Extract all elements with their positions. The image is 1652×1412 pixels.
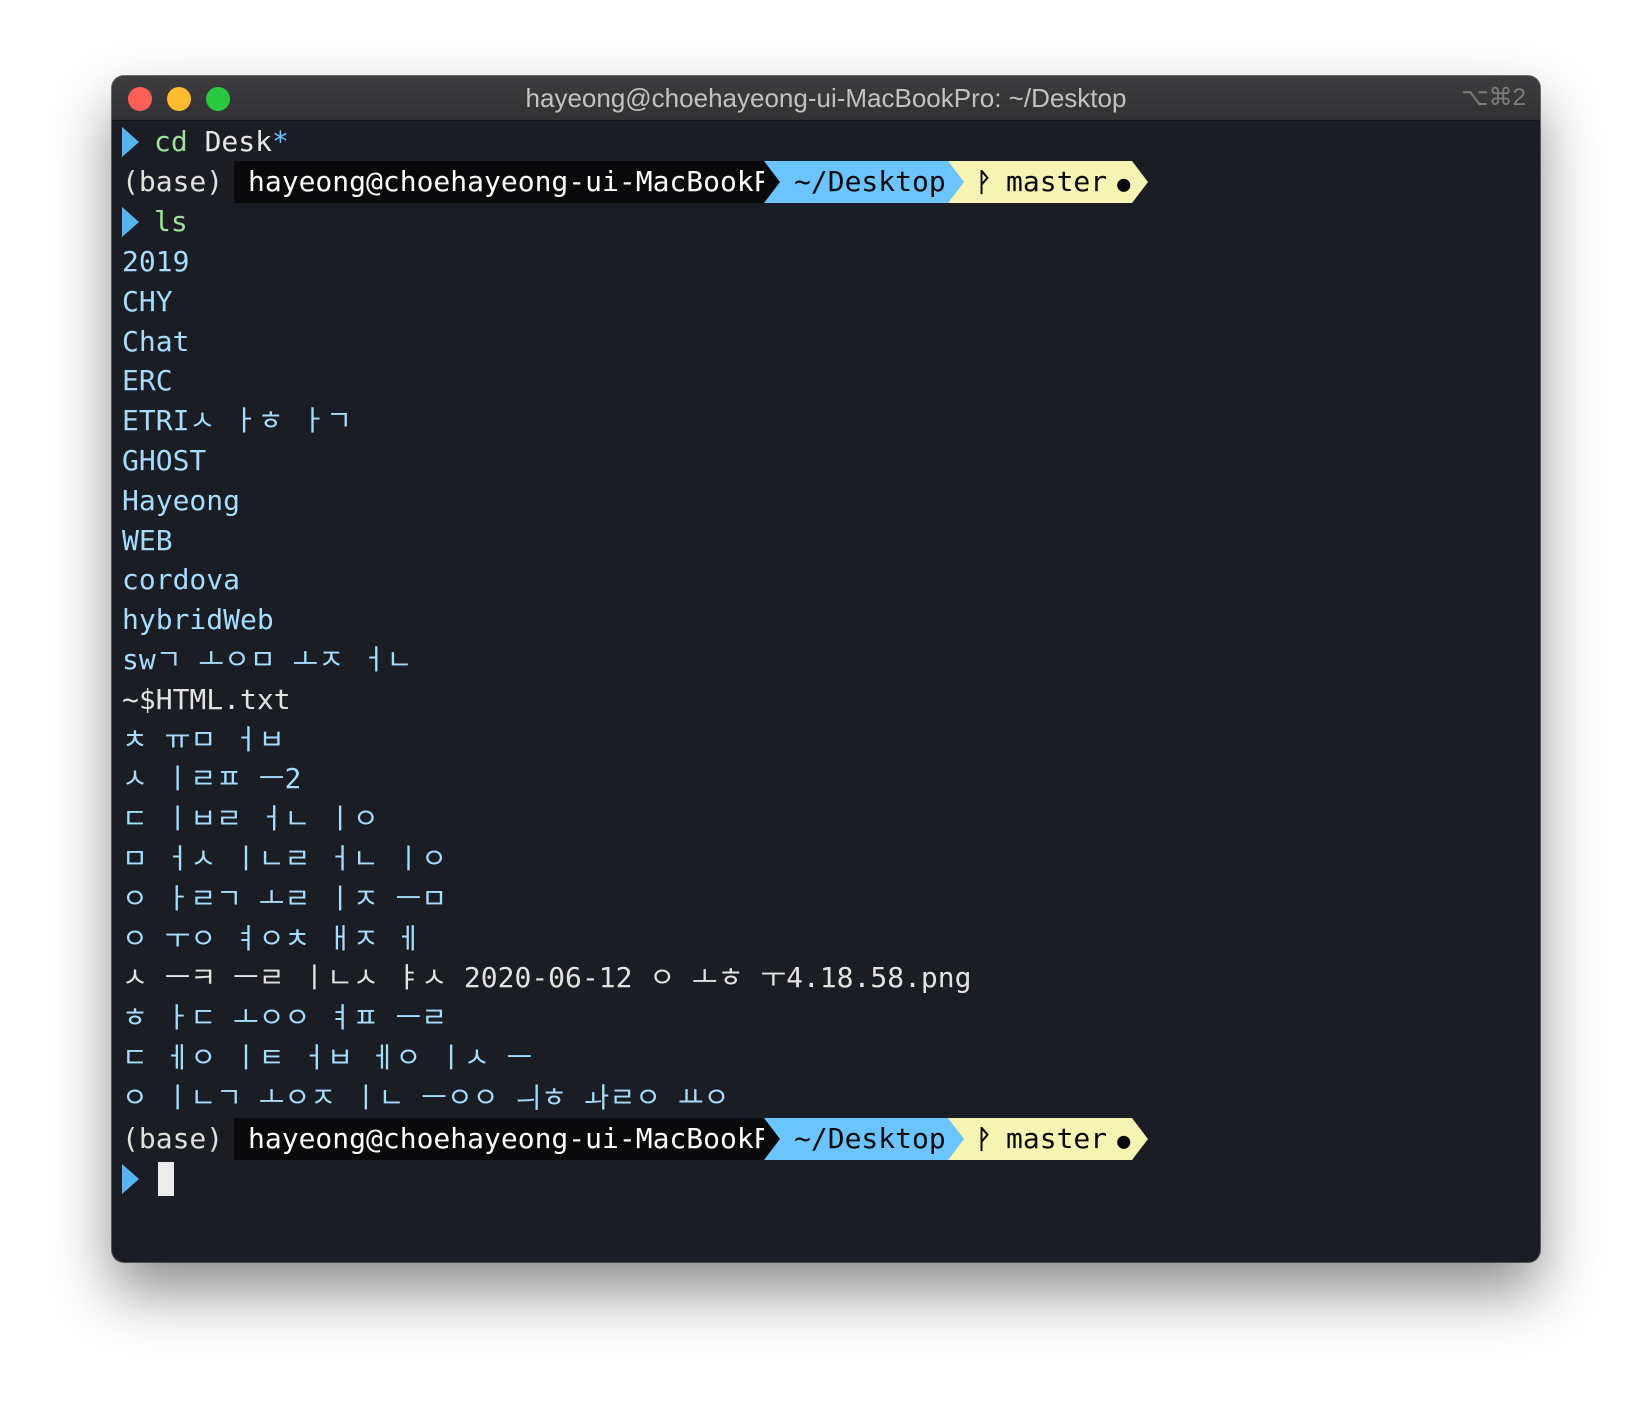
git-segment: ᚹ master ●: [948, 1118, 1132, 1160]
conda-env: (base): [122, 1122, 224, 1155]
git-branch-icon: ᚹ: [976, 168, 992, 198]
list-item: ㅇ ㅜㅇ ㅕㅇㅊ ㅐㅈ ㅔ: [122, 921, 422, 955]
title-bar[interactable]: hayeong@choehayeong-ui-MacBookPro: ~/Des…: [112, 76, 1540, 121]
git-segment: ᚹ master ●: [948, 161, 1132, 203]
list-item: ㄷ ㅣㅂㄹ ㅓㄴ ㅣㅇ: [122, 802, 379, 836]
input-line[interactable]: [122, 1158, 422, 1200]
command-line: cd Desk*: [122, 121, 1522, 163]
text-cursor[interactable]: [158, 1162, 174, 1196]
directory-segment: ~/Desktop: [764, 1118, 948, 1160]
conda-env: (base): [122, 165, 224, 198]
separator-arrow: [948, 1118, 964, 1160]
directory-segment: ~/Desktop: [764, 161, 948, 203]
command-keyword: cd: [154, 125, 188, 158]
list-item: ~$HTML.txt: [122, 682, 291, 716]
list-item: ㅇ ㅣㄴㄱ ㅗㅇㅈ ㅣㄴ ㅡㅇㅇ ㅢㅎ ㅘㄹㅇ ㅛㅇ: [122, 1080, 730, 1114]
user-host-segment: hayeong@choehayeong-ui-MacBookPro: [234, 1118, 804, 1160]
terminal-window: hayeong@choehayeong-ui-MacBookPro: ~/Des…: [112, 76, 1540, 1262]
list-item: Chat: [122, 324, 190, 358]
list-item: ETRIㅅ ㅏㅎ ㅏㄱ: [122, 404, 352, 438]
list-item: GHOST: [122, 444, 207, 477]
list-item: ㅎ ㅏㄷ ㅗㅇㅇ ㅕㅍ ㅡㄹ: [122, 1001, 448, 1035]
list-item: ㄷ ㅔㅇ ㅣㅌ ㅓㅂ ㅔㅇ ㅣㅅ ㅡ: [122, 1041, 533, 1074]
git-branch-name: master: [1006, 165, 1108, 198]
user-host-segment: hayeong@choehayeong-ui-MacBookPro: [234, 161, 804, 203]
list-item: ㅁ ㅓㅅ ㅣㄴㄹ ㅓㄴ ㅣㅇ: [122, 842, 448, 875]
separator-arrow: [764, 1118, 780, 1160]
terminal-content[interactable]: cd Desk* (base) hayeong@choehayeong-ui-M…: [122, 121, 1540, 1262]
command-line: ls: [122, 201, 1522, 243]
command-glob: *: [272, 125, 289, 158]
git-branch-name: master: [1006, 1122, 1108, 1155]
separator-arrow: [1132, 161, 1148, 203]
list-item: cordova: [122, 563, 241, 597]
window-title: hayeong@choehayeong-ui-MacBookPro: ~/Des…: [525, 83, 1127, 113]
command-keyword: ls: [154, 205, 188, 238]
chevron-right-icon: [122, 207, 139, 237]
command-text: cd Desk*: [154, 121, 289, 163]
list-item: ERC: [122, 364, 173, 398]
list-item: Hayeong: [122, 483, 241, 517]
list-item: ㅅ ㅡㅋ ㅡㄹ ㅣㄴㅅ ㅑㅅ 2020-06-12 ㅇ ㅗㅎ ㅜ4.18.58.…: [122, 961, 972, 995]
list-item: ㅇ ㅏㄹㄱ ㅗㄹ ㅣㅈ ㅡㅁ: [122, 881, 448, 915]
list-item: hybridWeb: [122, 603, 274, 637]
separator-arrow: [948, 161, 964, 203]
separator-arrow: [1132, 1118, 1148, 1160]
command-argument: Desk: [204, 125, 273, 158]
list-item: CHY: [122, 284, 173, 318]
list-item: 2019: [122, 245, 190, 278]
list-item: swㄱ ㅗㅇㅁ ㅗㅈ ㅓㄴ: [122, 643, 413, 676]
list-item: WEB: [122, 523, 173, 557]
git-branch-icon: ᚹ: [976, 1125, 992, 1155]
window-shortcut: ⌥⌘2: [1460, 84, 1526, 111]
dot-icon: ●: [1117, 1129, 1131, 1154]
list-item: ㅊ ㅠㅁ ㅓㅂ: [122, 722, 285, 756]
dot-icon: ●: [1117, 172, 1131, 197]
chevron-right-icon: [122, 127, 139, 157]
separator-arrow: [764, 161, 780, 203]
list-item: ㅅ ㅣㄹㅍ ㅡ2: [122, 762, 302, 796]
shell-prompt: (base) hayeong@choehayeong-ui-MacBookPro…: [122, 161, 1162, 203]
shell-prompt: (base) hayeong@choehayeong-ui-MacBookPro…: [122, 1118, 1162, 1160]
chevron-right-icon: [122, 1164, 139, 1194]
command-text: ls: [154, 201, 188, 243]
